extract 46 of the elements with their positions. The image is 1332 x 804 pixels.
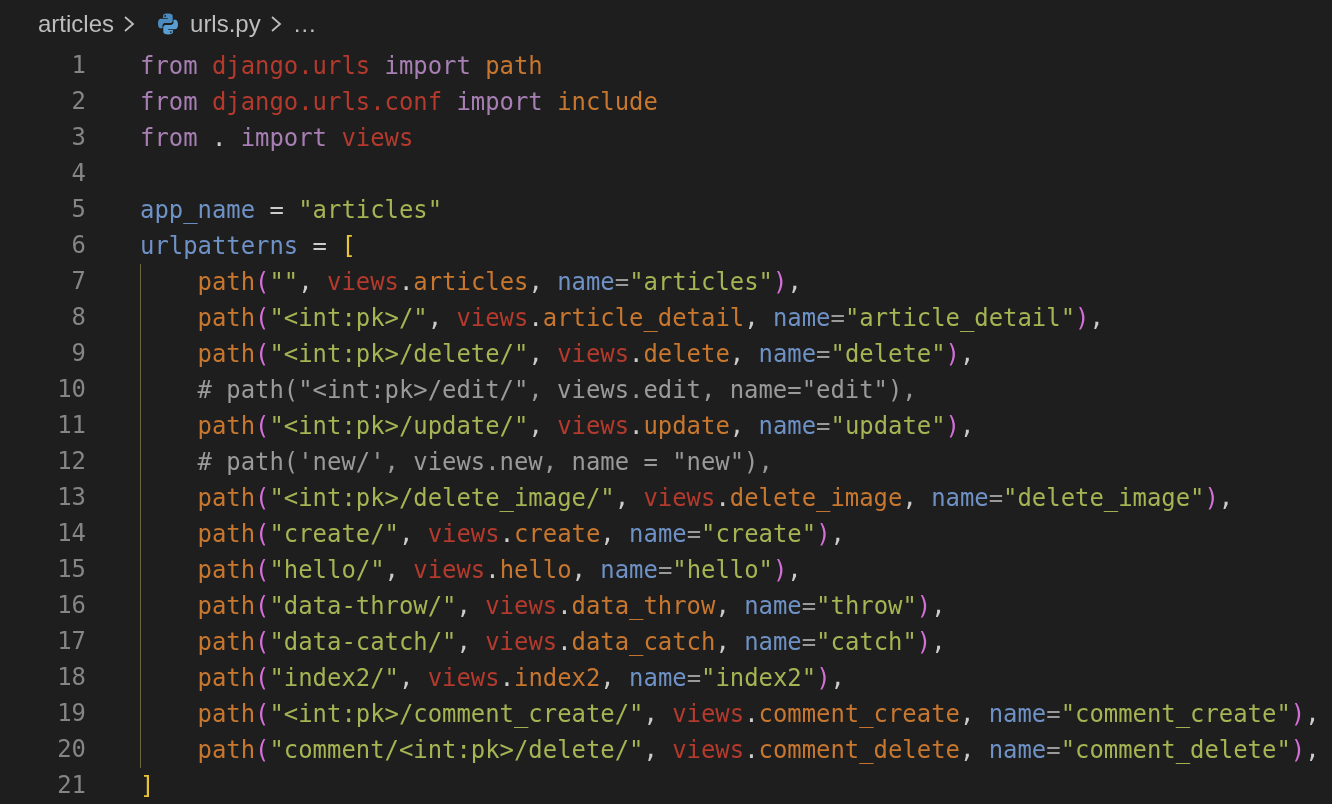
line-number: 4 [70, 158, 86, 190]
line-number: 14 [56, 518, 86, 550]
code-line: path("<int:pk>/delete_image/", views.delete_image, name="delete_image"), [140, 480, 1234, 516]
line-number: 2 [70, 86, 86, 118]
code-line: from django.urls.conf import include [140, 87, 658, 118]
line-number: 5 [70, 194, 86, 226]
code-line: path("data-throw/", views.data_throw, name="throw"), [140, 588, 946, 624]
code-line: # path('new/', views.new, name = "new"), [140, 444, 773, 480]
breadcrumb-more[interactable]: … [292, 6, 317, 42]
code-line: app_name = "articles" [140, 195, 443, 226]
code-line: path("<int:pk>/", views.article_detail, name="article_detail"), [140, 300, 1104, 336]
code-line: ] [140, 771, 155, 802]
line-number: 9 [70, 338, 86, 370]
code-line: path("hello/", views.hello, name="hello"), [140, 552, 802, 588]
line-number: 19 [56, 698, 86, 730]
code-line: from django.urls import path [140, 51, 543, 82]
line-number: 12 [56, 446, 86, 478]
breadcrumb-file[interactable]: urls.py [190, 6, 261, 42]
code-line: path("<int:pk>/delete/", views.delete, name="delete"), [140, 336, 975, 372]
line-number: 1 [70, 50, 86, 82]
line-number: 6 [70, 230, 86, 262]
code-line: # path("<int:pk>/edit/", views.edit, name="edit"), [140, 372, 917, 408]
code-line: path("<int:pk>/comment_create/", views.comment_create, name="comment_create"), [140, 696, 1320, 732]
code-line: path("", views.articles, name="articles"), [140, 264, 802, 300]
code-line: path("comment/<int:pk>/delete/", views.comment_delete, name="comment_delete"), [140, 732, 1320, 768]
python-file-icon [156, 12, 181, 36]
line-number: 7 [70, 266, 86, 298]
line-number: 15 [56, 554, 86, 586]
code-line: path("<int:pk>/update/", views.update, name="update"), [140, 408, 975, 444]
line-number: 17 [56, 626, 86, 658]
line-number: 21 [56, 770, 86, 802]
code-line: path("index2/", views.index2, name="index2"), [140, 660, 845, 696]
line-number: 20 [56, 734, 86, 766]
breadcrumb-folder[interactable]: articles [38, 6, 115, 42]
line-number: 16 [56, 590, 86, 622]
code-line: path("create/", views.create, name="create"), [140, 516, 845, 552]
line-number: 10 [56, 374, 86, 406]
code-line: urlpatterns = [ [140, 231, 356, 262]
line-number: 11 [56, 410, 86, 442]
code-line: path("data-catch/", views.data_catch, name="catch"), [140, 624, 946, 660]
line-number: 8 [70, 302, 86, 334]
chevron-icon [122, 15, 137, 33]
line-number: 18 [56, 662, 86, 694]
line-number: 3 [70, 122, 86, 154]
line-number: 13 [56, 482, 86, 514]
code-line: from . import views [140, 123, 414, 154]
